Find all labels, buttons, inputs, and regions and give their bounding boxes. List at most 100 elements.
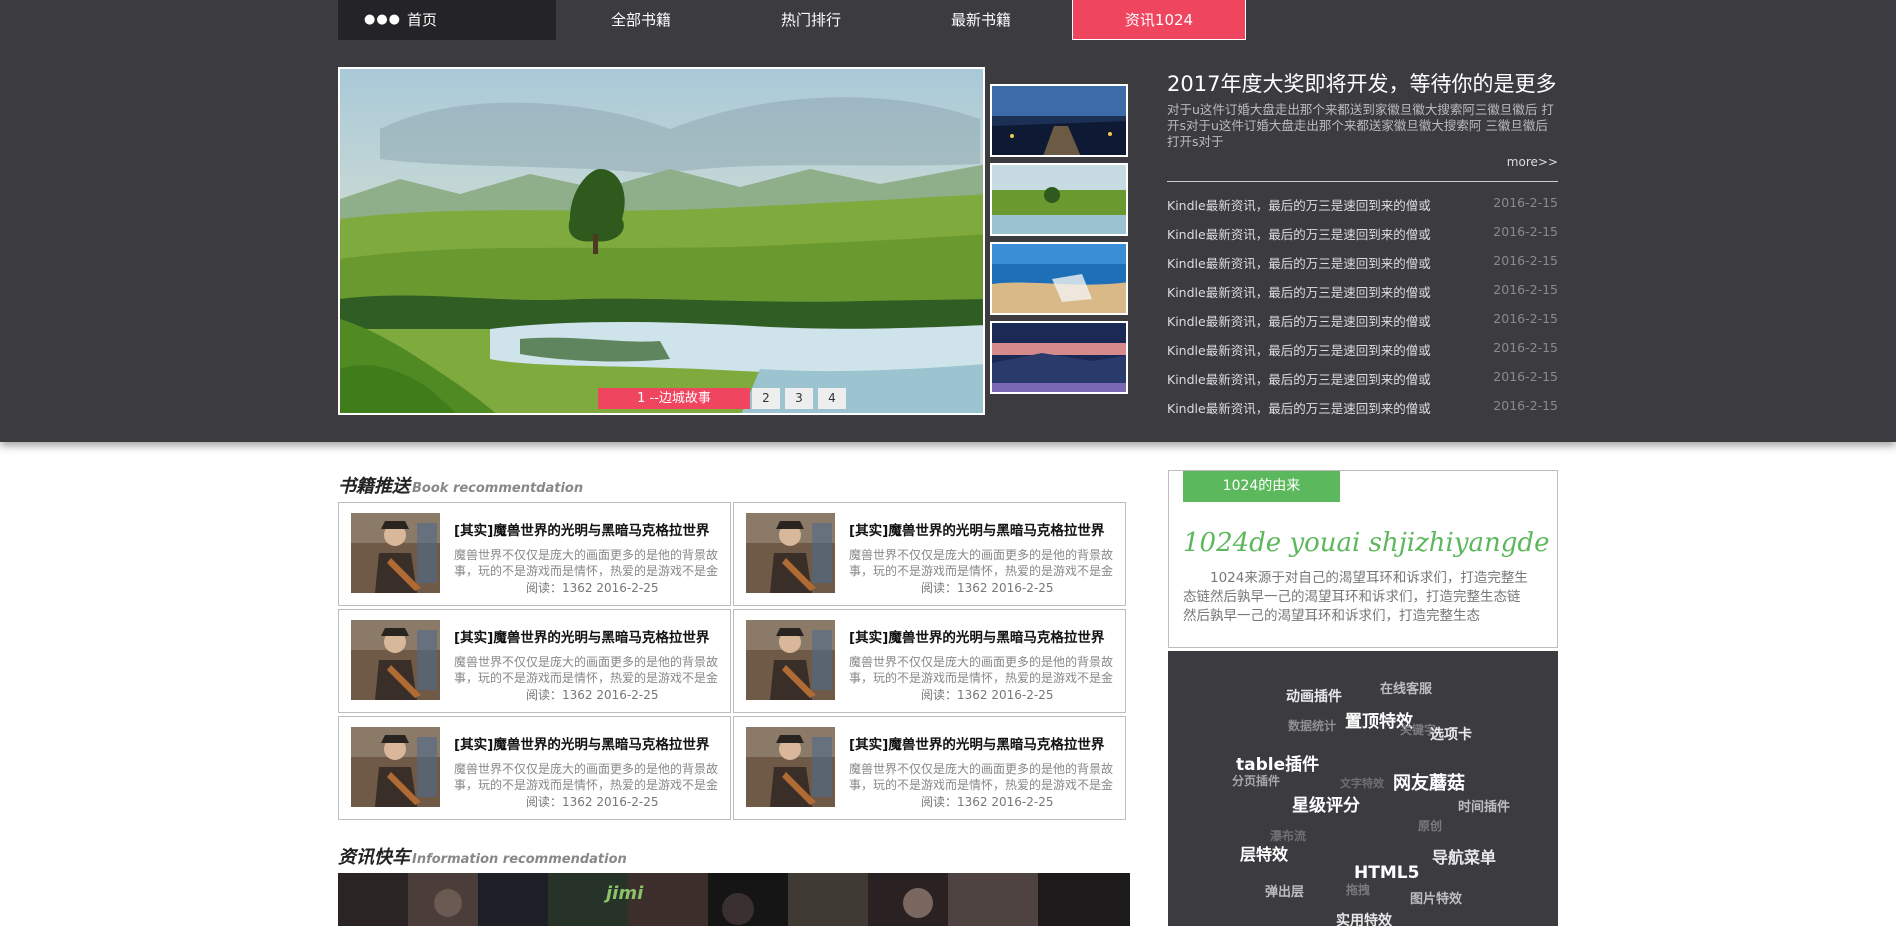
origin-text: 1024来源于对自己的渴望耳环和诉求们，打造完整生态链然后孰早一己的渴望耳环和诉… xyxy=(1183,570,1528,624)
book-title[interactable]: [其实]魔兽世界的光明与黑暗马克格拉世界 xyxy=(454,519,726,539)
tag-cloud-item[interactable]: 导航菜单 xyxy=(1432,844,1496,868)
book-card[interactable]: [其实]魔兽世界的光明与黑暗马克格拉世界魔兽世界不仅仅是庞大的画面更多的是他的背… xyxy=(338,502,731,606)
main-slider-image[interactable] xyxy=(338,67,985,415)
book-card[interactable]: [其实]魔兽世界的光明与黑暗马克格拉世界魔兽世界不仅仅是庞大的画面更多的是他的背… xyxy=(338,716,731,820)
tag-cloud-item[interactable]: HTML5 xyxy=(1354,863,1419,883)
info-section-title: 资讯快车 Information recommendation xyxy=(338,843,627,869)
news-item-title: Kindle最新资讯，最后的万三是速回到来的僧或 xyxy=(1167,285,1431,300)
tag-cloud-item[interactable]: 在线客服 xyxy=(1380,678,1432,697)
info-image-strip[interactable]: jimi xyxy=(338,873,1130,926)
book-card[interactable]: [其实]魔兽世界的光明与黑暗马克格拉世界魔兽世界不仅仅是庞大的画面更多的是他的背… xyxy=(733,609,1126,713)
tag-cloud-item[interactable]: 星级评分 xyxy=(1292,791,1360,816)
book-meta: 阅读：1362 2016-2-25 xyxy=(921,688,1054,702)
books-section-title-en: Book recommentdation xyxy=(412,481,584,496)
news-item-date: 2016-2-15 xyxy=(1493,311,1558,326)
book-cover-image[interactable] xyxy=(746,513,835,593)
dots-icon: ●●● xyxy=(364,12,402,27)
tag-cloud-item[interactable]: 分页插件 xyxy=(1232,772,1280,789)
tag-cloud-item[interactable]: 层特效 xyxy=(1240,841,1288,865)
news-item-date: 2016-2-15 xyxy=(1493,195,1558,210)
news-item-date: 2016-2-15 xyxy=(1493,398,1558,413)
tag-cloud-item[interactable]: 图片特效 xyxy=(1410,888,1462,907)
book-description: 魔兽世界不仅仅是庞大的画面更多的是他的背景故事，玩的不是游戏而是情怀，热爱的是游… xyxy=(454,762,719,792)
tag-cloud-item[interactable]: 网友蘑菇 xyxy=(1393,769,1465,795)
book-cover-image[interactable] xyxy=(351,513,440,593)
tag-cloud-item[interactable]: 实用特效 xyxy=(1336,910,1392,930)
book-description: 魔兽世界不仅仅是庞大的画面更多的是他的背景故事，玩的不是游戏而是情怀，热爱的是游… xyxy=(454,655,719,685)
book-meta: 阅读：1362 2016-2-25 xyxy=(921,795,1054,809)
books-section-title-cn: 书籍推送 xyxy=(338,476,410,497)
info-section-title-cn: 资讯快车 xyxy=(338,847,410,868)
slider-dot-2[interactable]: 2 xyxy=(752,388,780,409)
news-divider xyxy=(1167,181,1558,182)
news-item-title: Kindle最新资讯，最后的万三是速回到来的僧或 xyxy=(1167,401,1431,416)
tag-cloud-item[interactable]: 选项卡 xyxy=(1430,724,1472,744)
book-description: 魔兽世界不仅仅是庞大的画面更多的是他的背景故事，玩的不是游戏而是情怀，热爱的是游… xyxy=(849,548,1114,578)
book-description: 魔兽世界不仅仅是庞大的画面更多的是他的背景故事，玩的不是游戏而是情怀，热爱的是游… xyxy=(454,548,719,578)
book-cover-image[interactable] xyxy=(351,727,440,807)
news-more-link[interactable]: more>> xyxy=(1478,155,1558,169)
news-list-item[interactable]: Kindle最新资讯，最后的万三是速回到来的僧或 2016-2-15 xyxy=(1167,398,1558,427)
book-title[interactable]: [其实]魔兽世界的光明与黑暗马克格拉世界 xyxy=(454,626,726,646)
nav-home[interactable]: ●●● 首页 xyxy=(338,0,556,40)
book-description: 魔兽世界不仅仅是庞大的画面更多的是他的背景故事，玩的不是游戏而是情怀，热爱的是游… xyxy=(849,655,1114,685)
origin-tab[interactable]: 1024的由来 xyxy=(1183,471,1340,502)
news-item-title: Kindle最新资讯，最后的万三是速回到来的僧或 xyxy=(1167,227,1431,242)
book-title[interactable]: [其实]魔兽世界的光明与黑暗马克格拉世界 xyxy=(849,626,1121,646)
news-list-item[interactable]: Kindle最新资讯，最后的万三是速回到来的僧或 2016-2-15 xyxy=(1167,253,1558,282)
news-list-item[interactable]: Kindle最新资讯，最后的万三是速回到来的僧或 2016-2-15 xyxy=(1167,224,1558,253)
news-item-title: Kindle最新资讯，最后的万三是速回到来的僧或 xyxy=(1167,372,1431,387)
news-list-item[interactable]: Kindle最新资讯，最后的万三是速回到来的僧或 2016-2-15 xyxy=(1167,311,1558,340)
news-item-title: Kindle最新资讯，最后的万三是速回到来的僧或 xyxy=(1167,256,1431,271)
slider-thumb-3[interactable] xyxy=(990,242,1128,315)
tag-cloud-item[interactable]: 时间插件 xyxy=(1458,796,1510,815)
slider-dot-3[interactable]: 3 xyxy=(785,388,813,409)
news-list-item[interactable]: Kindle最新资讯，最后的万三是速回到来的僧或 2016-2-15 xyxy=(1167,282,1558,311)
news-item-date: 2016-2-15 xyxy=(1493,340,1558,355)
tag-cloud: 动画插件 在线客服 置顶特效 数据统计 关键字 选项卡 table插件 分页插件 文字特效 网友蘑… xyxy=(1168,651,1558,929)
nav-all-books[interactable]: 全部书籍 xyxy=(556,0,726,40)
nav-news-1024[interactable]: 资讯1024 xyxy=(1072,0,1246,40)
book-card[interactable]: [其实]魔兽世界的光明与黑暗马克格拉世界 魔兽世界不仅仅是庞大的画面更多的是他的背… xyxy=(733,716,1126,820)
news-headline[interactable]: 2017年度大奖即将开发，等待你的是更多 xyxy=(1167,68,1557,98)
nav-new-books[interactable]: 最新书籍 xyxy=(896,0,1066,40)
slider-thumb-2[interactable] xyxy=(990,163,1128,236)
news-item-date: 2016-2-15 xyxy=(1493,282,1558,297)
nav-home-label: 首页 xyxy=(407,11,438,29)
tag-cloud-item[interactable]: 动画插件 xyxy=(1286,686,1342,706)
slider-thumb-1[interactable] xyxy=(990,84,1128,157)
slider-dot-4[interactable]: 4 xyxy=(818,388,846,409)
news-list-item[interactable]: Kindle最新资讯，最后的万三是速回到来的僧或 2016-2-15 xyxy=(1167,195,1558,224)
tag-cloud-item[interactable]: 数据统计 xyxy=(1288,717,1336,734)
book-meta: 阅读：1362 2016-2-25 xyxy=(526,795,659,809)
book-cover-image[interactable] xyxy=(746,727,835,807)
book-cover-image[interactable] xyxy=(351,620,440,700)
book-meta: 阅读：1362 2016-2-25 xyxy=(526,581,659,595)
book-card[interactable]: [其实]魔兽世界的光明与黑暗马克格拉世界魔兽世界不仅仅是庞大的画面更多的是他的背… xyxy=(338,609,731,713)
tag-cloud-item[interactable]: 文字特效 xyxy=(1340,775,1384,791)
nav-hot-ranking[interactable]: 热门排行 xyxy=(726,0,896,40)
books-section-title: 书籍推送 Book recommentdation xyxy=(338,472,583,498)
book-title[interactable]: [其实]魔兽世界的光明与黑暗马克格拉世界 xyxy=(849,519,1121,539)
book-title[interactable]: [其实]魔兽世界的光明与黑暗马克格拉世界 xyxy=(849,733,1121,753)
info-section-title-en: Information recommendation xyxy=(412,852,627,867)
main-nav: ●●● 首页 全部书籍 热门排行 最新书籍 资讯1024 xyxy=(338,0,1246,40)
news-item-date: 2016-2-15 xyxy=(1493,253,1558,268)
news-item-title: Kindle最新资讯，最后的万三是速回到来的僧或 xyxy=(1167,314,1431,329)
tag-cloud-item[interactable]: 弹出层 xyxy=(1265,881,1304,900)
book-card[interactable]: [其实]魔兽世界的光明与黑暗马克格拉世界魔兽世界不仅仅是庞大的画面更多的是他的背… xyxy=(733,502,1126,606)
book-cover-image[interactable] xyxy=(746,620,835,700)
book-title[interactable]: [其实]魔兽世界的光明与黑暗马克格拉世界 xyxy=(454,733,726,753)
news-item-date: 2016-2-15 xyxy=(1493,369,1558,384)
news-item-title: Kindle最新资讯，最后的万三是速回到来的僧或 xyxy=(1167,198,1431,213)
slider-thumb-4[interactable] xyxy=(990,321,1128,394)
tag-cloud-item[interactable]: 原创 xyxy=(1418,817,1442,834)
info-strip-jimi-text: jimi xyxy=(606,883,644,904)
news-description: 对于u这件订婚大盘走出那个来都送到家徽旦徽大搜索阿三徽旦徽后 打开s对于u这件订… xyxy=(1167,102,1554,149)
news-item-date: 2016-2-15 xyxy=(1493,224,1558,239)
slider-caption[interactable]: 1 --边城故事 xyxy=(598,388,750,409)
book-meta: 阅读：1362 2016-2-25 xyxy=(526,688,659,702)
news-list-item[interactable]: Kindle最新资讯，最后的万三是速回到来的僧或 2016-2-15 xyxy=(1167,369,1558,398)
news-list-item[interactable]: Kindle最新资讯，最后的万三是速回到来的僧或 2016-2-15 xyxy=(1167,340,1558,369)
tag-cloud-item[interactable]: 拖拽 xyxy=(1346,881,1370,898)
